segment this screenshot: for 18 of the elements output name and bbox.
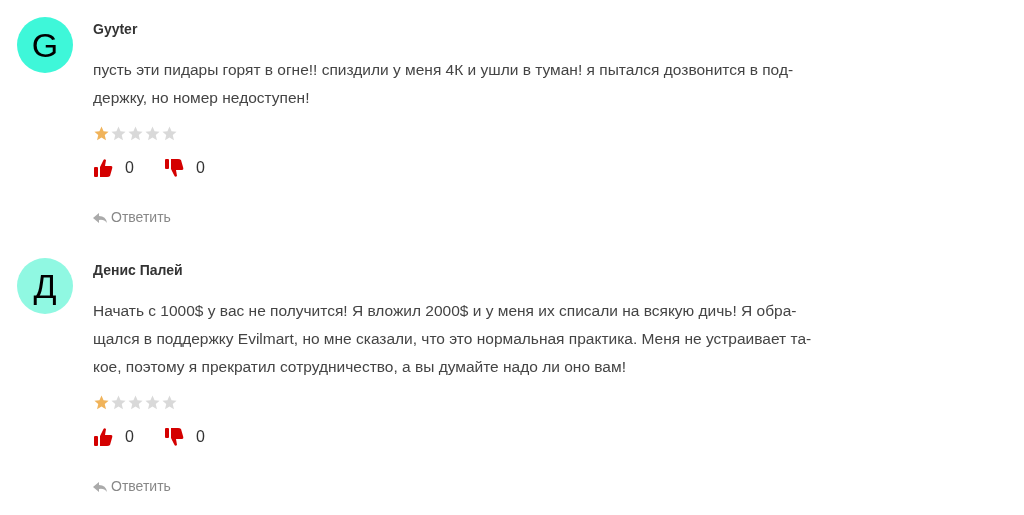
dislike-count: 0 (195, 427, 205, 447)
author-name: Денис Палей (93, 261, 184, 280)
thumbs-down-icon[interactable] (163, 158, 184, 178)
reply-link[interactable]: Ответить (93, 476, 812, 497)
dislike-count: 0 (195, 158, 205, 178)
avatar: G (17, 17, 73, 73)
thumbs-up-icon[interactable] (93, 158, 113, 178)
avatar: Д (17, 258, 73, 314)
reply-icon (93, 211, 107, 224)
reply-icon (93, 480, 107, 493)
review-text: пусть эти пидары горят в огне!! спиздили у меня 4К и ушли в туман! я пытался дозвонится в под- держку, но номер недоступен! (93, 60, 794, 108)
like-count: 0 (125, 158, 134, 178)
thumbs-down-icon[interactable] (163, 427, 184, 447)
review-text: Начать с 1000$ у вас не получится! Я вложил 2000$ и у меня их списали на всякую дичь! Я обра- щался в поддержку Evilmart, но мне сказали, что это нормальная практика. Меня не устраивает та- кое, поэтому я прекратил сотрудничество, а вы думайте надо ли оно вам! (93, 301, 812, 377)
thumbs-up-icon[interactable] (93, 427, 113, 447)
like-count: 0 (125, 427, 134, 447)
author-name: Gyyter (93, 20, 139, 39)
reply-link[interactable]: Ответить (93, 207, 794, 228)
